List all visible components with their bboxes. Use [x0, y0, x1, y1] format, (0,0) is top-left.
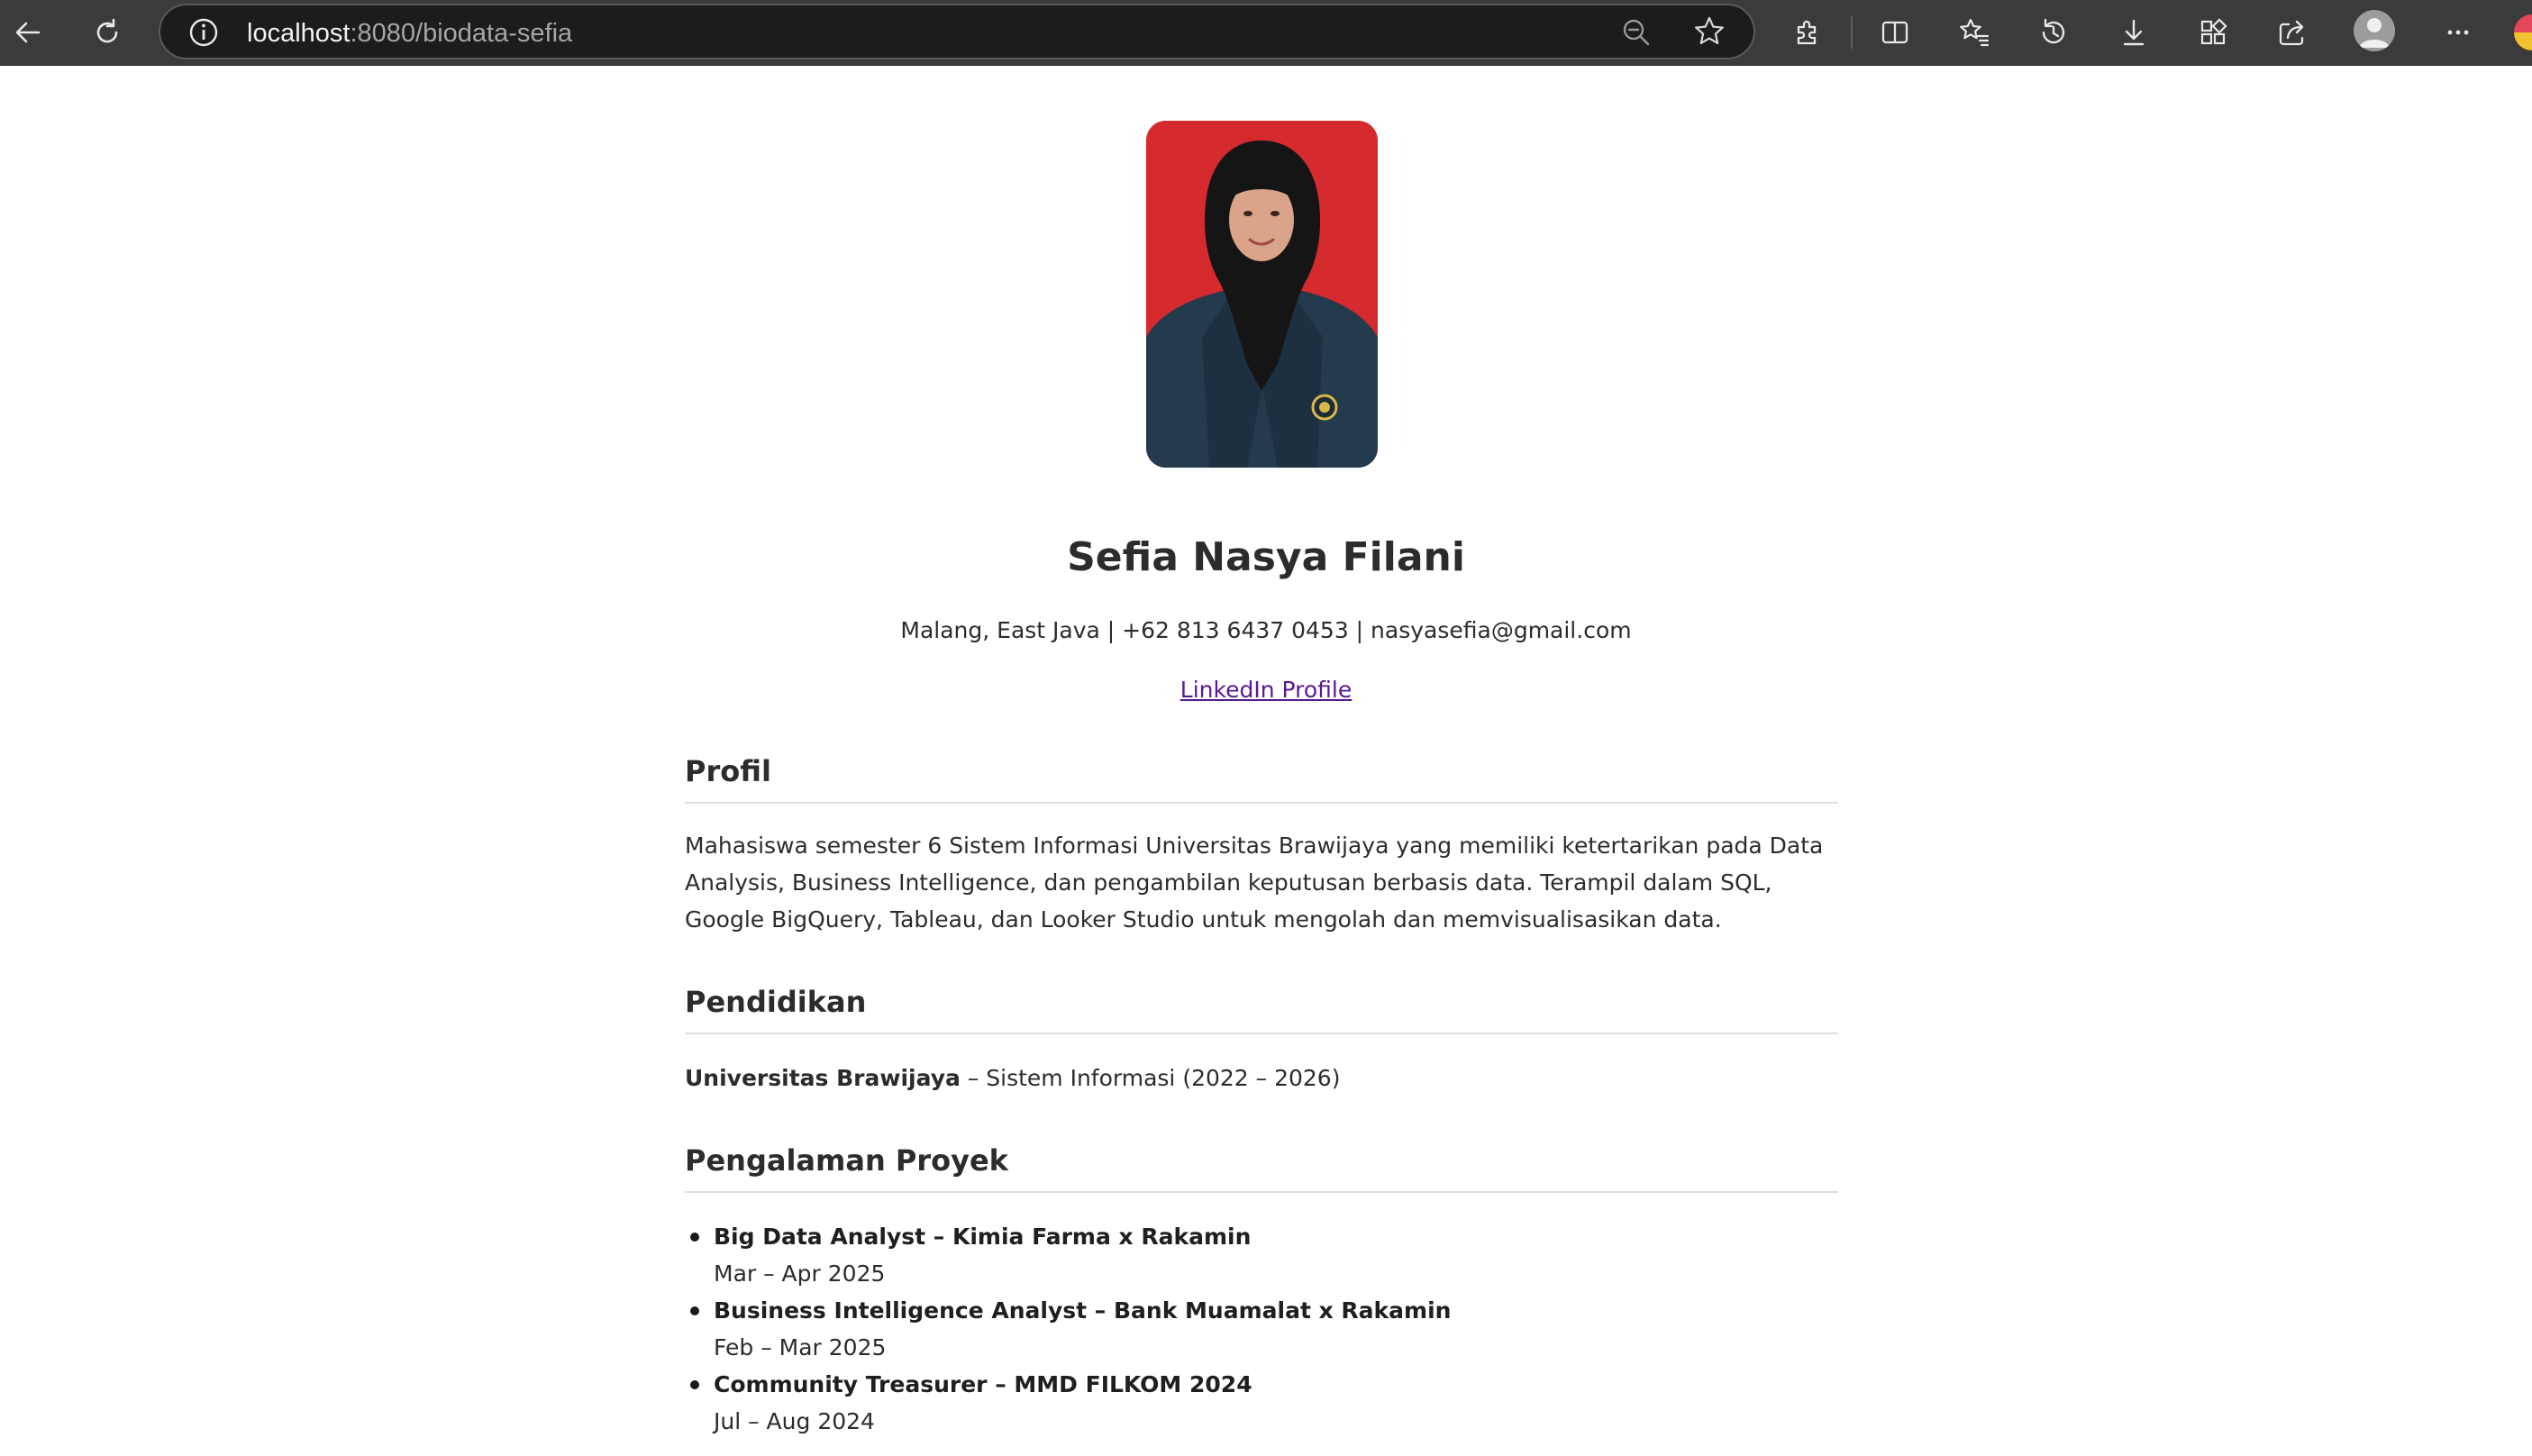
- reload-button[interactable]: [82, 7, 132, 58]
- list-item: Business Intelligence Analyst – Bank Mua…: [685, 1292, 1838, 1366]
- section-heading-proyek: Pengalaman Proyek: [685, 1141, 1838, 1193]
- project-list: Big Data Analyst – Kimia Farma x Rakamin…: [685, 1218, 1838, 1440]
- download-icon: [2123, 19, 2145, 46]
- project-date: Mar – Apr 2025: [714, 1260, 886, 1287]
- share-button[interactable]: [2267, 7, 2318, 58]
- project-date: Feb – Mar 2025: [714, 1334, 887, 1360]
- back-button[interactable]: [3, 7, 53, 58]
- project-title: Business Intelligence Analyst – Bank Mua…: [714, 1297, 1452, 1324]
- bullet-icon: [690, 1306, 699, 1315]
- zoom-out-icon[interactable]: [1620, 16, 1653, 49]
- list-item: Community Treasurer – MMD FILKOM 2024 Ju…: [685, 1366, 1838, 1440]
- history-button[interactable]: [2028, 7, 2079, 58]
- favorite-star-icon[interactable]: [1692, 14, 1726, 49]
- profile-photo: [1146, 121, 1378, 468]
- split-screen-icon: [1881, 21, 1908, 44]
- section-pendidikan: Pendidikan Universitas Brawijaya – Siste…: [685, 982, 1838, 1097]
- section-heading-pendidikan: Pendidikan: [685, 982, 1838, 1034]
- extensions-button[interactable]: [1782, 7, 1833, 58]
- person-icon: [2359, 18, 2390, 48]
- url-host: localhost: [247, 19, 351, 48]
- education-entry: Universitas Brawijaya – Sistem Informasi…: [685, 1060, 1838, 1097]
- copilot-icon[interactable]: [2514, 14, 2532, 50]
- browser-toolbar: localhost:8080/biodata-sefia: [0, 0, 2532, 66]
- profile-avatar[interactable]: [2354, 10, 2395, 51]
- section-profil: Profil Mahasiswa semester 6 Sistem Infor…: [685, 751, 1838, 938]
- contact-info: Malang, East Java | +62 813 6437 0453 | …: [900, 617, 1632, 643]
- bullet-icon: [690, 1233, 699, 1242]
- more-dots-icon: [2447, 30, 2469, 35]
- share-icon: [2279, 20, 2304, 46]
- bullet-icon: [690, 1380, 699, 1389]
- section-heading-profil: Profil: [685, 751, 1838, 804]
- linkedin-row: LinkedIn Profile: [0, 675, 2532, 705]
- project-title: Big Data Analyst – Kimia Farma x Rakamin: [714, 1224, 1252, 1250]
- portrait-image: [1146, 121, 1378, 468]
- toolbar-separator: [1851, 16, 1853, 49]
- puzzle-icon: [1797, 20, 1817, 45]
- reload-icon: [96, 18, 118, 43]
- favorites-button[interactable]: [1949, 7, 1999, 58]
- site-info-icon[interactable]: [187, 16, 220, 49]
- url-text[interactable]: localhost:8080/biodata-sefia: [247, 18, 572, 49]
- settings-more-button[interactable]: [2433, 7, 2483, 58]
- history-icon: [2042, 18, 2065, 44]
- url-path: :8080/biodata-sefia: [350, 19, 573, 48]
- project-date: Jul – Aug 2024: [714, 1408, 875, 1434]
- section-pengalaman-proyek: Pengalaman Proyek Big Data Analyst – Kim…: [685, 1141, 1838, 1440]
- favorites-list-icon: [1960, 18, 1990, 47]
- linkedin-link[interactable]: LinkedIn Profile: [1180, 677, 1352, 703]
- project-title: Community Treasurer – MMD FILKOM 2024: [714, 1371, 1252, 1397]
- address-bar[interactable]: localhost:8080/biodata-sefia: [159, 4, 1755, 59]
- split-screen-button[interactable]: [1870, 7, 1920, 58]
- back-arrow-icon: [15, 22, 41, 43]
- apps-button[interactable]: [2188, 7, 2238, 58]
- page-content: Sefia Nasya Filani Malang, East Java | +…: [0, 66, 2532, 1456]
- downloads-button[interactable]: [2108, 7, 2159, 58]
- education-detail: – Sistem Informasi (2022 – 2026): [960, 1065, 1341, 1091]
- education-institution: Universitas Brawijaya: [685, 1065, 961, 1091]
- profil-paragraph: Mahasiswa semester 6 Sistem Informasi Un…: [685, 833, 1824, 933]
- apps-grid-icon: [2200, 18, 2227, 45]
- list-item: Big Data Analyst – Kimia Farma x Rakamin…: [685, 1218, 1838, 1292]
- full-name-heading: Sefia Nasya Filani: [1067, 534, 1465, 580]
